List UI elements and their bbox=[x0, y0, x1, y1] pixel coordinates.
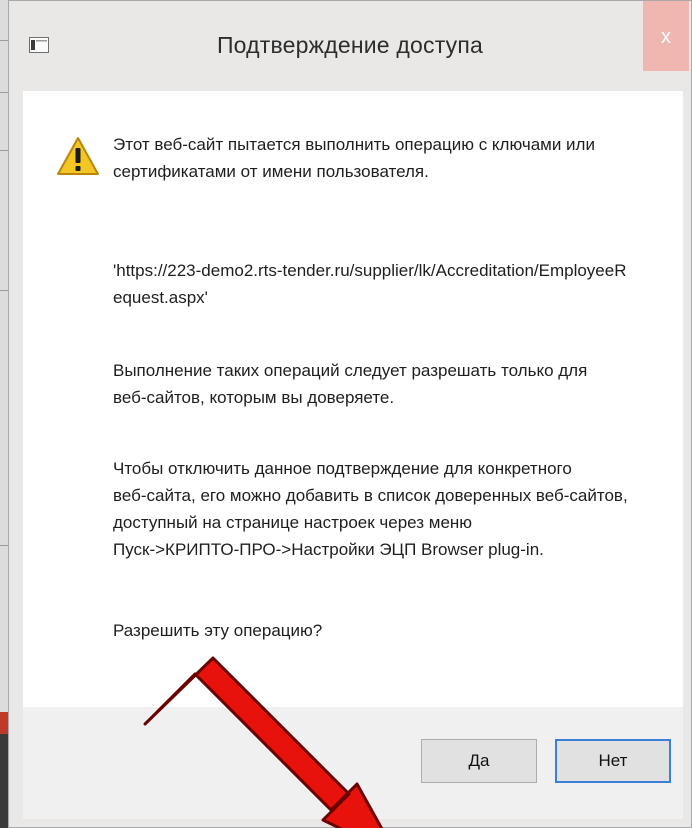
title-bar[interactable]: Подтверждение доступа x bbox=[9, 1, 691, 91]
message-text: Чтобы отключить данное подтверждение для… bbox=[113, 459, 628, 559]
message-text: Этот веб-сайт пытается выполнить операци… bbox=[113, 135, 595, 181]
message-url: 'https://223-demo2.rts-tender.ru/supplie… bbox=[113, 261, 627, 307]
yes-button[interactable]: Да bbox=[421, 739, 537, 783]
dialog-title: Подтверждение доступа bbox=[216, 32, 484, 58]
close-button[interactable]: x bbox=[643, 1, 689, 71]
red-arrow-icon bbox=[143, 656, 384, 828]
warning-icon bbox=[57, 137, 99, 175]
dialog-content: Этот веб-сайт пытается выполнить операци… bbox=[23, 91, 683, 707]
message-text: Выполнение таких операций следует разреш… bbox=[113, 361, 588, 407]
no-button[interactable]: Нет bbox=[555, 739, 671, 783]
